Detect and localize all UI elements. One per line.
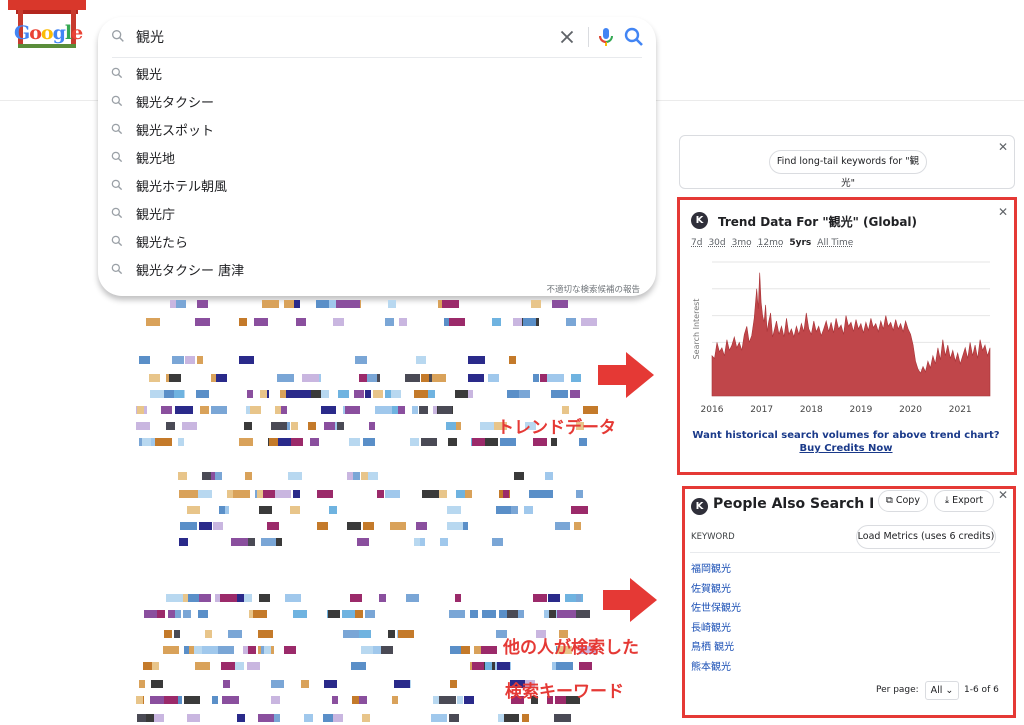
- pasf-divider: [690, 552, 1000, 553]
- suggestion-item[interactable]: 観光たら: [98, 227, 656, 255]
- search-row: [98, 17, 656, 57]
- range-option[interactable]: 30d: [708, 238, 725, 248]
- y-axis-label: Search Interest: [692, 299, 701, 360]
- keyword-column-header: KEYWORD: [691, 532, 735, 542]
- longtail-keywords-button[interactable]: Find long-tail keywords for "観光": [769, 150, 927, 189]
- x-tick-label: 2021: [949, 405, 972, 415]
- trend-title: Trend Data For "観光" (Global): [718, 215, 918, 229]
- longtail-card: ✕ Find long-tail keywords for "観光": [679, 135, 1015, 189]
- suggestion-list: 観光観光タクシー 観光スポット 観光地観光ホテル朝風 観光庁観光たら観光タクシー 唐津: [98, 59, 656, 283]
- suggestion-text: 観光: [136, 68, 163, 83]
- suggestion-text: 観光たら: [136, 236, 189, 251]
- range-option[interactable]: 12mo: [758, 238, 784, 248]
- chevron-down-icon: ⌄: [942, 685, 954, 696]
- annotation-pasf-label-line2: 検索キーワード: [505, 682, 624, 702]
- suggestion-text: 観光ホテル朝風: [136, 180, 228, 195]
- buy-credits-link[interactable]: Buy Credits Now: [690, 443, 1002, 454]
- annotation-pasf-label-line1: 他の人が検索した: [503, 638, 639, 658]
- search-divider: [588, 27, 589, 47]
- report-suggestions-link[interactable]: 不適切な検索候補の報告: [546, 283, 640, 295]
- blurred-search-results: [136, 300, 598, 725]
- pagination-count: 1-6 of 6: [964, 685, 999, 695]
- suggestion-item[interactable]: 観光タクシー: [98, 87, 656, 115]
- per-page-select[interactable]: All ⌄: [925, 681, 959, 700]
- trend-promo-text: Want historical search volumes for above…: [692, 430, 1000, 441]
- load-metrics-button[interactable]: Load Metrics (uses 6 credits): [856, 525, 996, 549]
- suggestion-item[interactable]: 観光地: [98, 143, 656, 171]
- per-page-label: Per page:: [876, 685, 919, 695]
- keyword-link[interactable]: 佐賀観光: [691, 580, 731, 595]
- search-icon: [111, 95, 123, 107]
- arrow-right-icon: [598, 352, 654, 398]
- search-icon: [111, 207, 123, 219]
- trend-area-series-0: [711, 272, 991, 397]
- suggestion-item[interactable]: 観光: [98, 59, 656, 87]
- suggestion-item[interactable]: 観光ホテル朝風: [98, 171, 656, 199]
- download-icon: ⤓: [944, 495, 953, 506]
- x-tick-label: 2017: [750, 405, 773, 415]
- search-icon: [111, 179, 123, 191]
- suggestion-text: 観光タクシー: [136, 96, 215, 111]
- keywords-everywhere-logo: K: [691, 498, 708, 515]
- close-icon[interactable]: ✕: [998, 205, 1008, 219]
- x-tick-label: 2019: [849, 405, 872, 415]
- range-option[interactable]: 3mo: [732, 238, 752, 248]
- keyword-link[interactable]: 佐世保観光: [691, 599, 741, 614]
- suggestion-text: 観光タクシー 唐津: [136, 264, 245, 279]
- keyword-link[interactable]: 鳥栖 観光: [691, 638, 734, 653]
- close-icon[interactable]: ✕: [998, 140, 1008, 154]
- suggestion-item[interactable]: 観光タクシー 唐津: [98, 255, 656, 283]
- trend-promo: Want historical search volumes for above…: [690, 430, 1002, 454]
- x-tick-label: 2018: [800, 405, 823, 415]
- keyword-link[interactable]: 福岡観光: [691, 560, 731, 575]
- search-icon: [112, 29, 124, 42]
- trend-chart: Search Interest 2016 2017 2018 2019 2020 2021: [692, 261, 991, 415]
- pasf-title: People Also Search Fo: [713, 496, 873, 512]
- suggestion-text: 観光庁: [136, 208, 176, 223]
- search-icon: [111, 123, 123, 135]
- export-button[interactable]: ⤓ Export: [934, 490, 994, 512]
- search-icon: [111, 67, 123, 79]
- copy-icon: ⧉: [886, 495, 896, 506]
- keywords-everywhere-logo: K: [691, 212, 708, 229]
- google-doodle-logo[interactable]: Google: [8, 0, 86, 54]
- x-tick-label: 2020: [899, 405, 922, 415]
- search-icon: [111, 263, 123, 275]
- suggestion-text: 観光地: [136, 152, 176, 167]
- x-tick-label: 2016: [701, 405, 724, 415]
- search-submit-icon[interactable]: [622, 25, 646, 49]
- copy-button[interactable]: ⧉ Copy: [878, 490, 928, 512]
- close-icon[interactable]: ✕: [998, 488, 1008, 502]
- keyword-link[interactable]: 長崎観光: [691, 619, 731, 634]
- suggestion-text: 観光スポット: [136, 124, 215, 139]
- suggestion-item[interactable]: 観光スポット: [98, 115, 656, 143]
- annotation-trend-label: トレンドデータ: [497, 418, 616, 438]
- microphone-icon[interactable]: [594, 25, 618, 49]
- search-input[interactable]: [136, 26, 536, 48]
- search-icon: [111, 235, 123, 247]
- search-icon: [111, 151, 123, 163]
- logo-wordmark: Google: [14, 22, 83, 44]
- trend-range-selector: 7d 30d 3mo 12mo 5yrs All Time: [691, 238, 859, 248]
- arrow-right-icon: [603, 578, 657, 622]
- range-option[interactable]: All Time: [817, 238, 853, 248]
- suggestion-item[interactable]: 観光庁: [98, 199, 656, 227]
- range-option[interactable]: 5yrs: [789, 238, 811, 248]
- range-option[interactable]: 7d: [691, 238, 702, 248]
- search-box: 観光観光タクシー観光スポット観光地観光ホテル朝風観光庁観光たら観光タクシー 唐津…: [98, 17, 656, 296]
- keyword-link[interactable]: 熊本観光: [691, 658, 731, 673]
- clear-icon[interactable]: [556, 26, 578, 48]
